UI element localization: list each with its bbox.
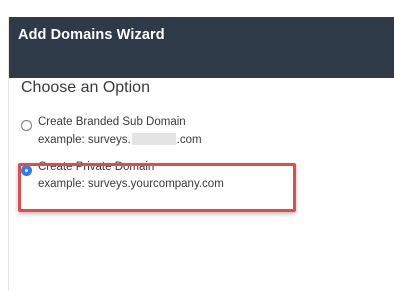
example-prefix: example: surveys.: [38, 134, 131, 146]
wizard-title: Add Domains Wizard: [18, 27, 165, 43]
radio-private-domain[interactable]: [21, 165, 32, 176]
example-suffix: .com: [176, 134, 202, 146]
wizard-header: Add Domains Wizard: [9, 17, 394, 78]
section-title: Choose an Option: [21, 79, 150, 96]
screenshot-frame: Add Domains Wizard Choose an Option Crea…: [0, 0, 394, 291]
option-example: example: surveys. .com: [38, 133, 202, 146]
option-example: example: surveys.yourcompany.com: [38, 178, 224, 190]
add-domains-wizard-dialog: Add Domains Wizard: [8, 17, 394, 291]
option-label: Create Branded Sub Domain: [38, 116, 186, 128]
radio-branded-sub-domain[interactable]: [21, 120, 32, 131]
background-edge: [0, 0, 8, 291]
option-label: Create Private Domain: [38, 161, 155, 173]
redacted-text: [131, 133, 176, 145]
